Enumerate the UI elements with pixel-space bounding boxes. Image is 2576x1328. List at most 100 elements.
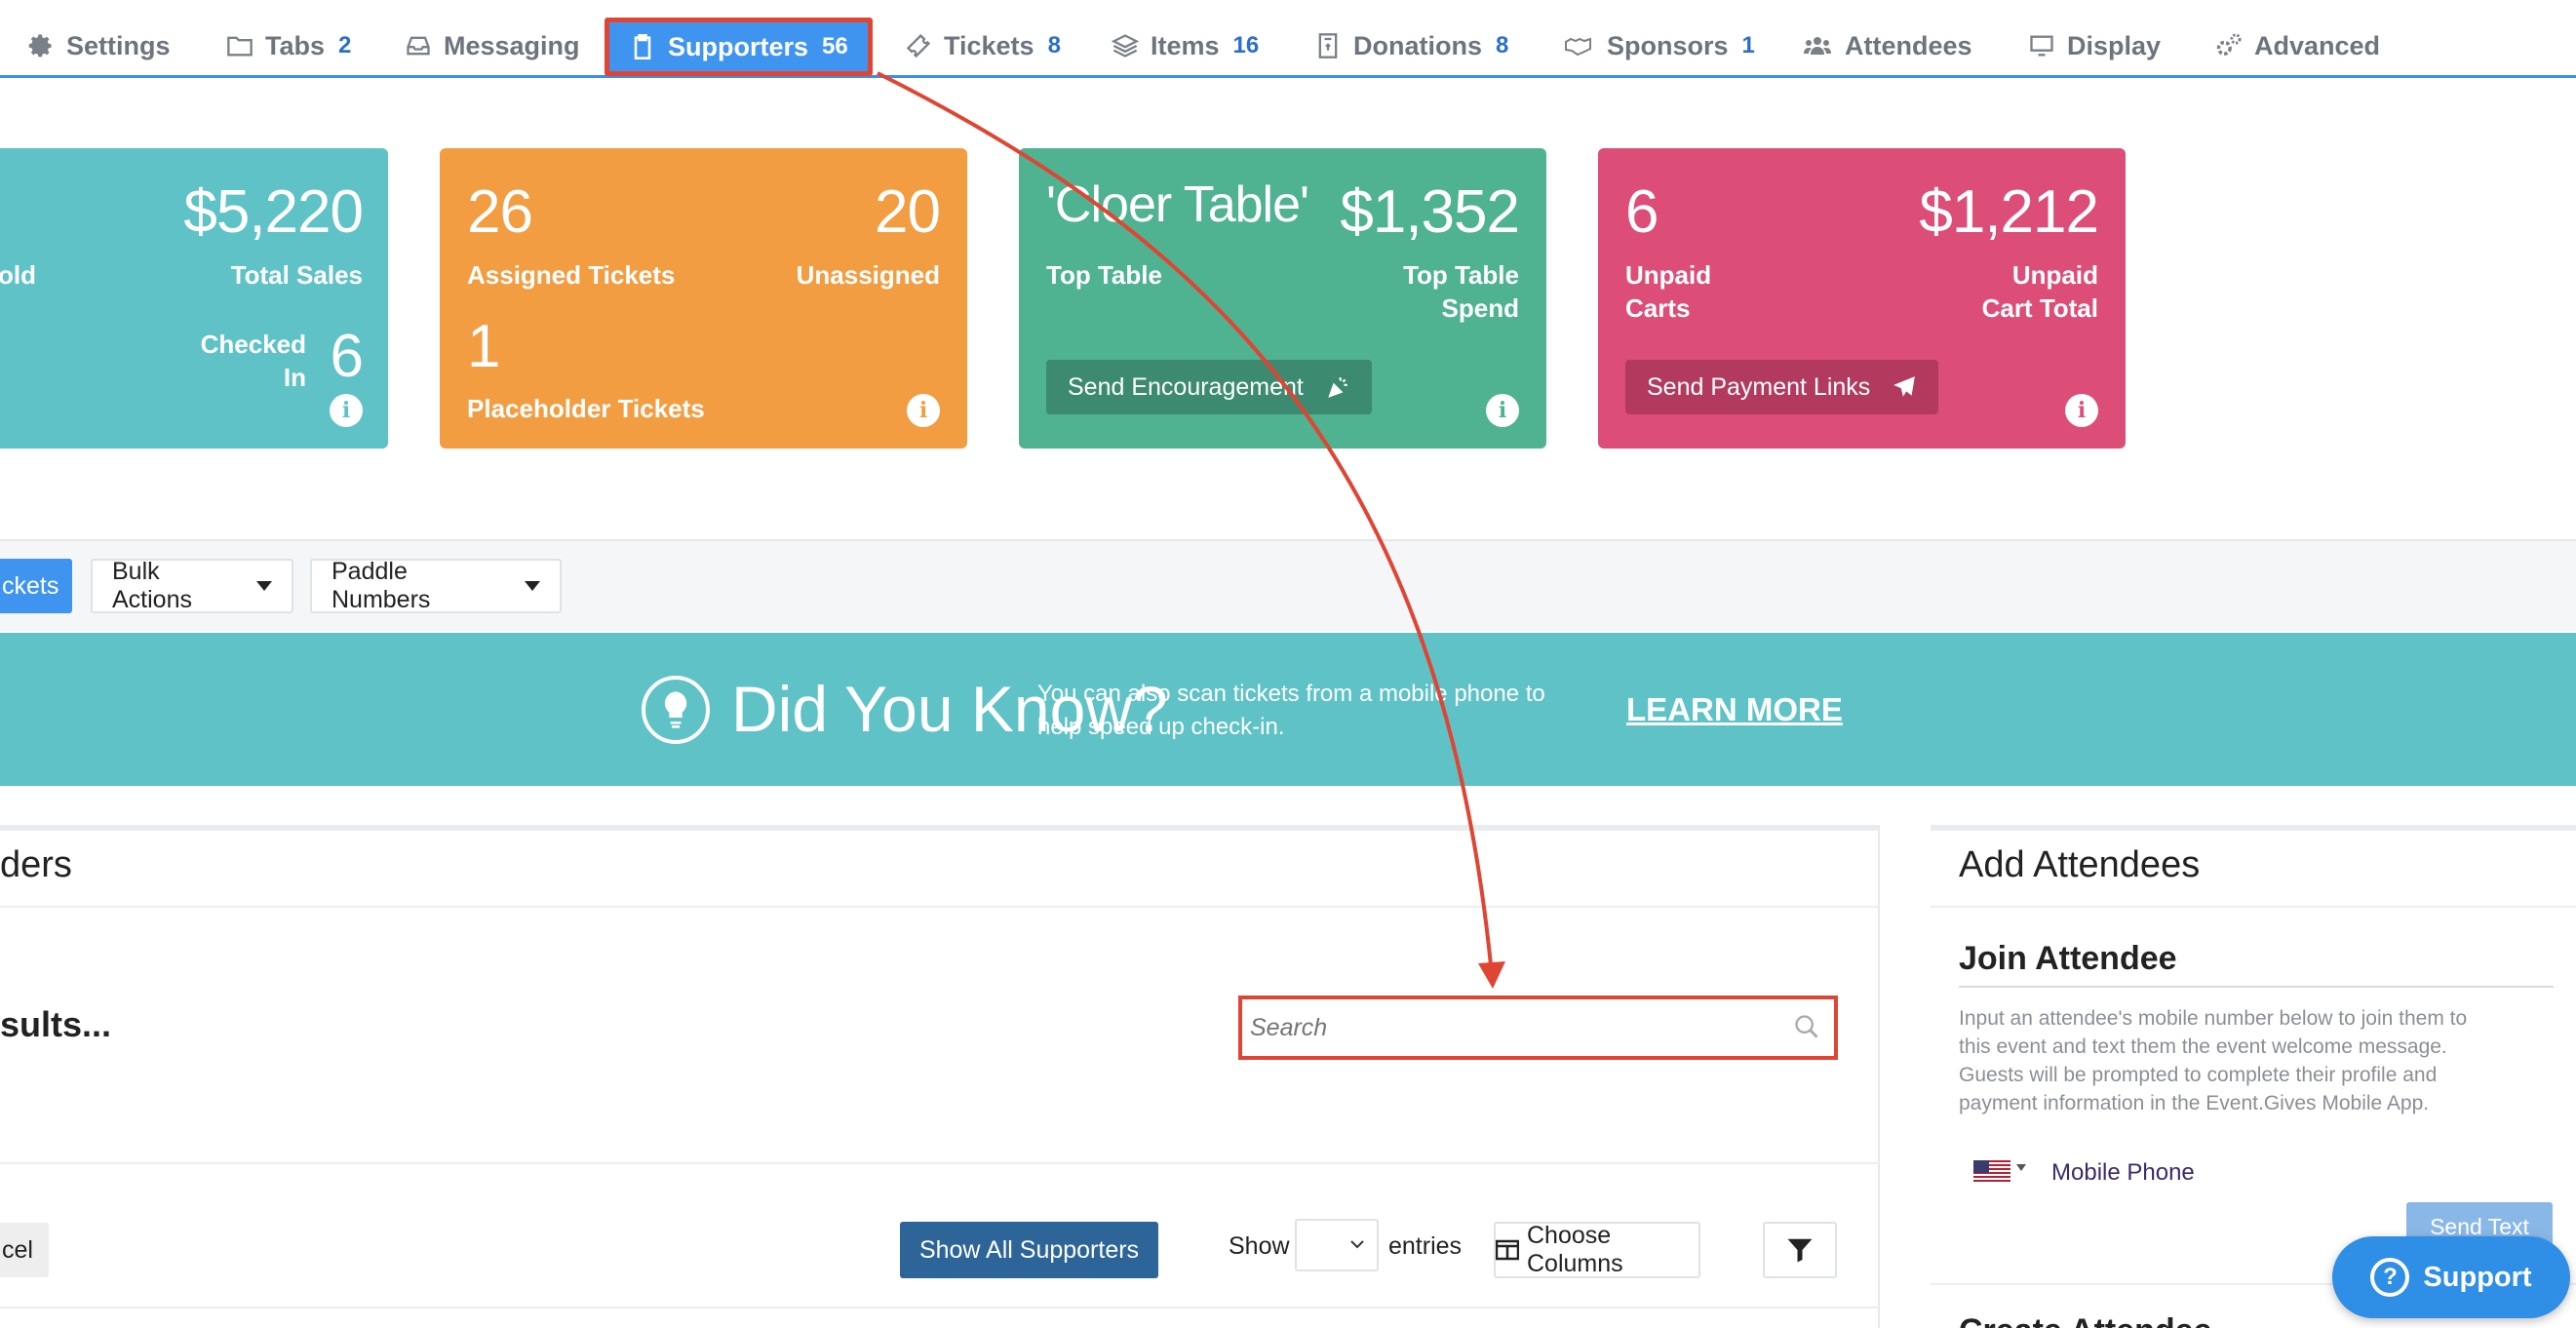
tab-tabs-label: Tabs: [265, 30, 326, 60]
caret-down-icon: [256, 581, 272, 591]
search-input[interactable]: [1250, 1007, 1796, 1048]
tab-attendees-label: Attendees: [1845, 30, 1972, 60]
total-sales-value: $5,220: [183, 178, 364, 246]
tab-sponsors-label: Sponsors: [1607, 30, 1729, 60]
top-table-card: 'Cloer Table' Top Table $1,352 Top Table…: [1019, 148, 1546, 449]
tab-donations-count: 8: [1496, 32, 1509, 59]
tab-items[interactable]: Items 16: [1112, 18, 1259, 74]
join-attendee-heading: Join Attendee: [1959, 940, 2177, 977]
tab-messaging[interactable]: Messaging: [405, 18, 580, 74]
chevron-down-icon: [1347, 1234, 1367, 1259]
create-attendee-heading: Create Attendee: [1959, 1314, 2211, 1328]
top-table-name: 'Cloer Table': [1046, 176, 1309, 233]
search-icon: [1793, 1013, 1820, 1045]
total-sales-label: Total Sales: [230, 260, 363, 290]
divider: [1931, 906, 2576, 908]
us-flag-icon[interactable]: [1973, 1160, 2010, 1189]
search-field[interactable]: [1238, 996, 1838, 1060]
join-attendee-description: Input an attendee's mobile number below …: [1959, 1007, 2468, 1114]
monitor-icon: [2028, 32, 2055, 59]
assigned-tickets-label: Assigned Tickets: [467, 260, 676, 290]
tab-tickets[interactable]: Tickets 8: [905, 18, 1061, 74]
caret-down-icon: [525, 581, 540, 591]
tab-tickets-count: 8: [1047, 32, 1061, 59]
learn-more-link[interactable]: LEARN MORE: [1626, 691, 1843, 728]
gear-icon: [27, 32, 55, 59]
support-button[interactable]: ? Support: [2332, 1236, 2570, 1318]
clipboard-icon: [629, 33, 656, 60]
paddle-numbers-dropdown[interactable]: Paddle Numbers: [310, 558, 562, 613]
tab-tickets-label: Tickets: [944, 30, 1034, 60]
tab-attendees[interactable]: Attendees: [1802, 18, 1972, 74]
tickets-button[interactable]: ckets: [0, 559, 72, 613]
results-heading: sults...: [0, 1004, 112, 1044]
donation-box-icon: [1314, 32, 1342, 59]
tab-donations[interactable]: Donations 8: [1314, 18, 1508, 74]
filter-icon: [1785, 1235, 1815, 1265]
top-table-spend-label: Top Table Spend: [1403, 260, 1519, 323]
tab-settings[interactable]: Settings: [27, 18, 171, 74]
party-popper-icon: [1325, 374, 1350, 400]
divider: [0, 906, 1880, 908]
info-icon[interactable]: i: [907, 394, 940, 427]
show-label: Show: [1229, 1232, 1290, 1260]
checked-in-label: Checked In: [200, 330, 306, 392]
supporters-panel-title: ders: [0, 844, 72, 885]
info-icon[interactable]: i: [1486, 394, 1519, 427]
tab-items-label: Items: [1151, 30, 1220, 60]
top-table-spend-value: $1,352: [1340, 178, 1520, 246]
ticket-icon: [905, 32, 932, 59]
unassigned-value: 20: [875, 178, 941, 246]
info-icon[interactable]: i: [330, 394, 363, 427]
create-attendee-heading-clip: Create Attendee: [1959, 1314, 2349, 1328]
entries-label: entries: [1388, 1232, 1463, 1260]
bulk-actions-dropdown[interactable]: Bulk Actions: [91, 558, 293, 613]
unpaid-carts-card: 6 Unpaid Carts $1,212 Unpaid Cart Total Se…: [1598, 148, 2126, 449]
show-all-supporters-button[interactable]: Show All Supporters: [900, 1222, 1158, 1278]
tab-supporters-label: Supporters: [668, 31, 809, 61]
mobile-phone-label: Mobile Phone: [2051, 1159, 2195, 1186]
layers-icon: [1112, 32, 1139, 59]
add-attendees-title: Add Attendees: [1959, 844, 2201, 885]
tab-tabs-count: 2: [338, 32, 352, 59]
tab-supporters[interactable]: Supporters 56: [605, 18, 873, 76]
placeholder-tickets-label: Placeholder Tickets: [467, 394, 705, 423]
handshake-icon: [1562, 32, 1595, 59]
filter-button[interactable]: [1763, 1222, 1837, 1278]
unpaid-carts-label: Unpaid Carts: [1625, 260, 1712, 323]
paper-plane-icon: [1892, 374, 1917, 400]
info-icon[interactable]: i: [2065, 394, 2098, 427]
tab-advanced[interactable]: Advanced: [2215, 18, 2380, 74]
columns-icon: [1496, 1239, 1519, 1261]
tab-donations-label: Donations: [1353, 30, 1482, 60]
divider: [0, 1162, 1880, 1164]
tab-sponsors[interactable]: Sponsors 1: [1562, 18, 1755, 74]
assigned-tickets-value: 26: [467, 178, 533, 246]
choose-columns-button[interactable]: Choose Columns: [1494, 1222, 1700, 1278]
send-encouragement-button[interactable]: Send Encouragement: [1046, 360, 1372, 414]
users-icon: [1802, 32, 1833, 59]
tickets-card: 26 Assigned Tickets 20 Unassigned 1 Plac…: [440, 148, 967, 449]
cancel-button[interactable]: cel: [0, 1223, 49, 1277]
caret-down-icon: [2016, 1164, 2026, 1171]
tab-sponsors-count: 1: [1741, 32, 1755, 59]
sold-label: old: [0, 260, 36, 290]
unpaid-carts-value: 6: [1625, 178, 1659, 246]
did-you-know-text: You can also scan tickets from a mobile …: [1037, 681, 1545, 740]
did-you-know-banner: Did You Know? You can also scan tickets …: [0, 633, 2576, 786]
divider: [1959, 986, 2554, 988]
entries-select[interactable]: [1295, 1219, 1379, 1271]
question-icon: ?: [2370, 1258, 2410, 1297]
cogs-icon: [2215, 32, 2243, 59]
tab-tabs[interactable]: Tabs 2: [226, 18, 351, 74]
tab-supporters-count: 56: [822, 33, 848, 59]
divider: [0, 1307, 1880, 1308]
unpaid-cart-total-label: Unpaid Cart Total: [1981, 260, 2098, 323]
tab-messaging-label: Messaging: [444, 30, 580, 60]
tab-advanced-label: Advanced: [2254, 30, 2381, 60]
tab-items-count: 16: [1232, 32, 1260, 59]
lightbulb-icon: [642, 676, 710, 744]
send-payment-links-button[interactable]: Send Payment Links: [1625, 360, 1939, 414]
tab-display-label: Display: [2067, 30, 2162, 60]
tab-display[interactable]: Display: [2028, 18, 2161, 74]
